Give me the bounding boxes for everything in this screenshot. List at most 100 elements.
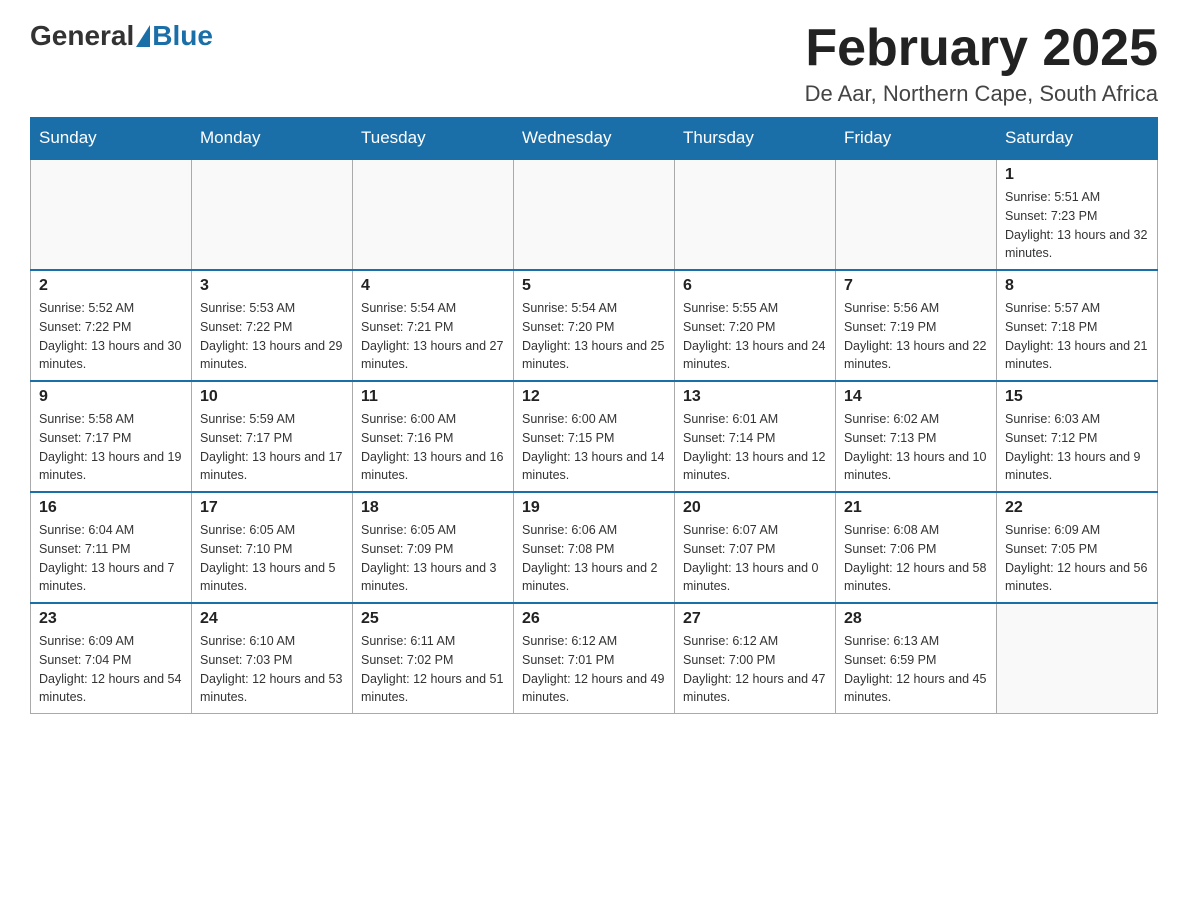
calendar-cell: 2Sunrise: 5:52 AMSunset: 7:22 PMDaylight…: [31, 270, 192, 381]
calendar-cell: 25 Sunrise: 6:11 AMSunset: 7:02 PMDayligh…: [353, 603, 514, 714]
calendar-cell: 9 Sunrise: 5:58 AMSunset: 7:17 PMDaylight…: [31, 381, 192, 492]
calendar-cell: 20 Sunrise: 6:07 AMSunset: 7:07 PMDayligh…: [675, 492, 836, 603]
weekday-header-sunday: Sunday: [31, 118, 192, 160]
calendar-cell: 8 Sunrise: 5:57 AMSunset: 7:18 PMDaylight…: [997, 270, 1158, 381]
calendar-cell: 4 Sunrise: 5:54 AMSunset: 7:21 PMDaylight…: [353, 270, 514, 381]
day-info: Sunrise: 6:06 AMSunset: 7:08 PMDaylight:…: [522, 521, 666, 596]
day-info: Sunrise: 5:53 AMSunset: 7:22 PMDaylight:…: [200, 299, 344, 374]
calendar-cell: 5 Sunrise: 5:54 AMSunset: 7:20 PMDaylight…: [514, 270, 675, 381]
calendar-header-row: SundayMondayTuesdayWednesdayThursdayFrid…: [31, 118, 1158, 160]
weekday-header-thursday: Thursday: [675, 118, 836, 160]
day-number: 24: [200, 610, 344, 628]
day-number: 19: [522, 499, 666, 517]
location-title: De Aar, Northern Cape, South Africa: [805, 81, 1158, 107]
day-info: Sunrise: 6:01 AMSunset: 7:14 PMDaylight:…: [683, 410, 827, 485]
day-number: 23: [39, 610, 183, 628]
weekday-header-monday: Monday: [192, 118, 353, 160]
day-info: Sunrise: 5:56 AMSunset: 7:19 PMDaylight:…: [844, 299, 988, 374]
day-number: 15: [1005, 388, 1149, 406]
calendar-week-row: 16 Sunrise: 6:04 AMSunset: 7:11 PMDayligh…: [31, 492, 1158, 603]
calendar-cell: 16 Sunrise: 6:04 AMSunset: 7:11 PMDayligh…: [31, 492, 192, 603]
calendar-cell: 6 Sunrise: 5:55 AMSunset: 7:20 PMDaylight…: [675, 270, 836, 381]
logo-triangle-icon: [136, 25, 150, 47]
day-number: 22: [1005, 499, 1149, 517]
calendar-cell: 19 Sunrise: 6:06 AMSunset: 7:08 PMDayligh…: [514, 492, 675, 603]
calendar-cell: 1 Sunrise: 5:51 AMSunset: 7:23 PMDaylight…: [997, 159, 1158, 270]
day-info: Sunrise: 5:55 AMSunset: 7:20 PMDaylight:…: [683, 299, 827, 374]
day-number: 7: [844, 277, 988, 295]
day-info: Sunrise: 5:58 AMSunset: 7:17 PMDaylight:…: [39, 410, 183, 485]
day-number: 18: [361, 499, 505, 517]
calendar-cell: [836, 159, 997, 270]
calendar-cell: 22 Sunrise: 6:09 AMSunset: 7:05 PMDayligh…: [997, 492, 1158, 603]
day-number: 20: [683, 499, 827, 517]
calendar-cell: 17 Sunrise: 6:05 AMSunset: 7:10 PMDayligh…: [192, 492, 353, 603]
day-info: Sunrise: 6:04 AMSunset: 7:11 PMDaylight:…: [39, 521, 183, 596]
calendar-cell: 12Sunrise: 6:00 AMSunset: 7:15 PMDayligh…: [514, 381, 675, 492]
day-number: 5: [522, 277, 666, 295]
calendar-cell: 11 Sunrise: 6:00 AMSunset: 7:16 PMDayligh…: [353, 381, 514, 492]
day-info: Sunrise: 6:07 AMSunset: 7:07 PMDaylight:…: [683, 521, 827, 596]
day-number: 4: [361, 277, 505, 295]
day-info: Sunrise: 5:54 AMSunset: 7:20 PMDaylight:…: [522, 299, 666, 374]
day-number: 25: [361, 610, 505, 628]
day-info: Sunrise: 6:00 AMSunset: 7:16 PMDaylight:…: [361, 410, 505, 485]
calendar-cell: 28Sunrise: 6:13 AMSunset: 6:59 PMDayligh…: [836, 603, 997, 714]
day-info: Sunrise: 6:09 AMSunset: 7:05 PMDaylight:…: [1005, 521, 1149, 596]
day-info: Sunrise: 5:51 AMSunset: 7:23 PMDaylight:…: [1005, 188, 1149, 263]
weekday-header-saturday: Saturday: [997, 118, 1158, 160]
day-number: 1: [1005, 166, 1149, 184]
calendar-cell: 13 Sunrise: 6:01 AMSunset: 7:14 PMDayligh…: [675, 381, 836, 492]
day-info: Sunrise: 5:52 AMSunset: 7:22 PMDaylight:…: [39, 299, 183, 374]
day-number: 10: [200, 388, 344, 406]
calendar-cell: 18Sunrise: 6:05 AMSunset: 7:09 PMDayligh…: [353, 492, 514, 603]
day-info: Sunrise: 6:09 AMSunset: 7:04 PMDaylight:…: [39, 632, 183, 707]
calendar-week-row: 23 Sunrise: 6:09 AMSunset: 7:04 PMDayligh…: [31, 603, 1158, 714]
calendar-cell: [675, 159, 836, 270]
day-number: 16: [39, 499, 183, 517]
day-info: Sunrise: 6:11 AMSunset: 7:02 PMDaylight:…: [361, 632, 505, 707]
calendar-cell: [514, 159, 675, 270]
weekday-header-tuesday: Tuesday: [353, 118, 514, 160]
day-info: Sunrise: 5:59 AMSunset: 7:17 PMDaylight:…: [200, 410, 344, 485]
calendar-week-row: 2Sunrise: 5:52 AMSunset: 7:22 PMDaylight…: [31, 270, 1158, 381]
calendar-cell: 24 Sunrise: 6:10 AMSunset: 7:03 PMDayligh…: [192, 603, 353, 714]
calendar-cell: [353, 159, 514, 270]
day-number: 8: [1005, 277, 1149, 295]
title-area: February 2025 De Aar, Northern Cape, Sou…: [805, 20, 1158, 107]
day-number: 11: [361, 388, 505, 406]
day-info: Sunrise: 6:10 AMSunset: 7:03 PMDaylight:…: [200, 632, 344, 707]
day-number: 28: [844, 610, 988, 628]
logo-general-text: General: [30, 20, 134, 52]
weekday-header-wednesday: Wednesday: [514, 118, 675, 160]
calendar-cell: 7 Sunrise: 5:56 AMSunset: 7:19 PMDaylight…: [836, 270, 997, 381]
day-number: 14: [844, 388, 988, 406]
page-header: General Blue February 2025 De Aar, North…: [30, 20, 1158, 107]
day-number: 27: [683, 610, 827, 628]
day-number: 12: [522, 388, 666, 406]
day-number: 26: [522, 610, 666, 628]
day-info: Sunrise: 6:02 AMSunset: 7:13 PMDaylight:…: [844, 410, 988, 485]
calendar-cell: 3 Sunrise: 5:53 AMSunset: 7:22 PMDaylight…: [192, 270, 353, 381]
day-number: 9: [39, 388, 183, 406]
calendar-cell: 15 Sunrise: 6:03 AMSunset: 7:12 PMDayligh…: [997, 381, 1158, 492]
logo-blue-text: Blue: [152, 20, 213, 52]
calendar-table: SundayMondayTuesdayWednesdayThursdayFrid…: [30, 117, 1158, 714]
month-title: February 2025: [805, 20, 1158, 77]
calendar-cell: [997, 603, 1158, 714]
calendar-cell: [192, 159, 353, 270]
day-info: Sunrise: 5:54 AMSunset: 7:21 PMDaylight:…: [361, 299, 505, 374]
calendar-week-row: 9 Sunrise: 5:58 AMSunset: 7:17 PMDaylight…: [31, 381, 1158, 492]
day-info: Sunrise: 5:57 AMSunset: 7:18 PMDaylight:…: [1005, 299, 1149, 374]
day-number: 21: [844, 499, 988, 517]
day-info: Sunrise: 6:03 AMSunset: 7:12 PMDaylight:…: [1005, 410, 1149, 485]
calendar-cell: 21Sunrise: 6:08 AMSunset: 7:06 PMDayligh…: [836, 492, 997, 603]
day-number: 13: [683, 388, 827, 406]
day-number: 17: [200, 499, 344, 517]
calendar-cell: 10 Sunrise: 5:59 AMSunset: 7:17 PMDayligh…: [192, 381, 353, 492]
day-info: Sunrise: 6:05 AMSunset: 7:10 PMDaylight:…: [200, 521, 344, 596]
logo: General Blue: [30, 20, 213, 52]
day-number: 6: [683, 277, 827, 295]
day-info: Sunrise: 6:12 AMSunset: 7:00 PMDaylight:…: [683, 632, 827, 707]
day-number: 3: [200, 277, 344, 295]
